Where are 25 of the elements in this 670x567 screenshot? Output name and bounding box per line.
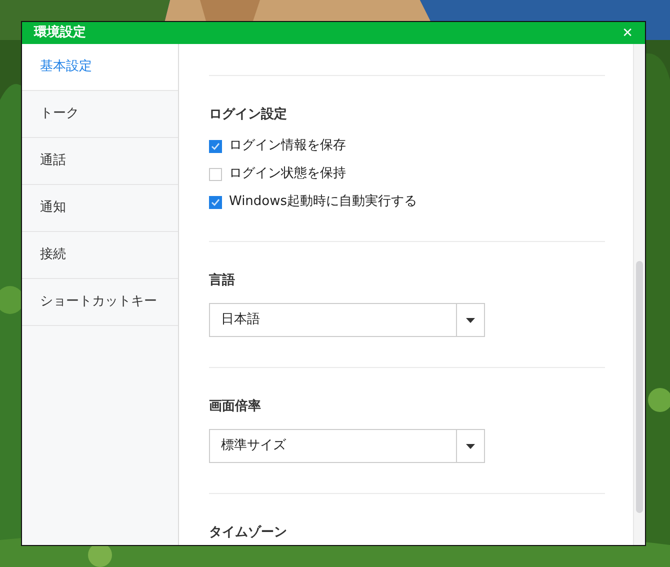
- checkbox[interactable]: [209, 196, 222, 208]
- checkbox[interactable]: [209, 140, 222, 152]
- checkbox-label: ログイン状態を保持: [229, 165, 346, 184]
- window-title: 環境設定: [34, 24, 86, 42]
- scrollbar[interactable]: [633, 44, 645, 545]
- caret-icon: [466, 444, 475, 448]
- dropdown[interactable]: 標準サイズ: [209, 429, 485, 463]
- sidebar-item[interactable]: 接続: [22, 232, 178, 279]
- sidebar-item[interactable]: 通知: [22, 185, 178, 232]
- dropdown-value: 標準サイズ: [220, 437, 287, 456]
- checkbox-label: ログイン情報を保存: [229, 137, 346, 156]
- section-title: タイムゾーン: [209, 524, 288, 542]
- sidebar-item[interactable]: トーク: [22, 91, 178, 138]
- dropdown[interactable]: 日本語: [209, 303, 485, 337]
- section-title: 言語: [209, 272, 236, 290]
- scrollbar-thumb[interactable]: [636, 261, 643, 513]
- sidebar-item[interactable]: 通話: [22, 138, 178, 185]
- sidebar-item[interactable]: 基本設定: [22, 44, 178, 91]
- section-title: ログイン設定: [209, 106, 288, 124]
- dropdown-value: 日本語: [220, 311, 261, 330]
- checkbox[interactable]: [209, 168, 222, 180]
- caret-icon: [466, 318, 475, 322]
- sidebar-item[interactable]: ショートカットキー: [22, 279, 178, 326]
- section-title: 画面倍率: [209, 398, 262, 416]
- checkbox-label: Windows起動時に自動実行する: [229, 193, 418, 212]
